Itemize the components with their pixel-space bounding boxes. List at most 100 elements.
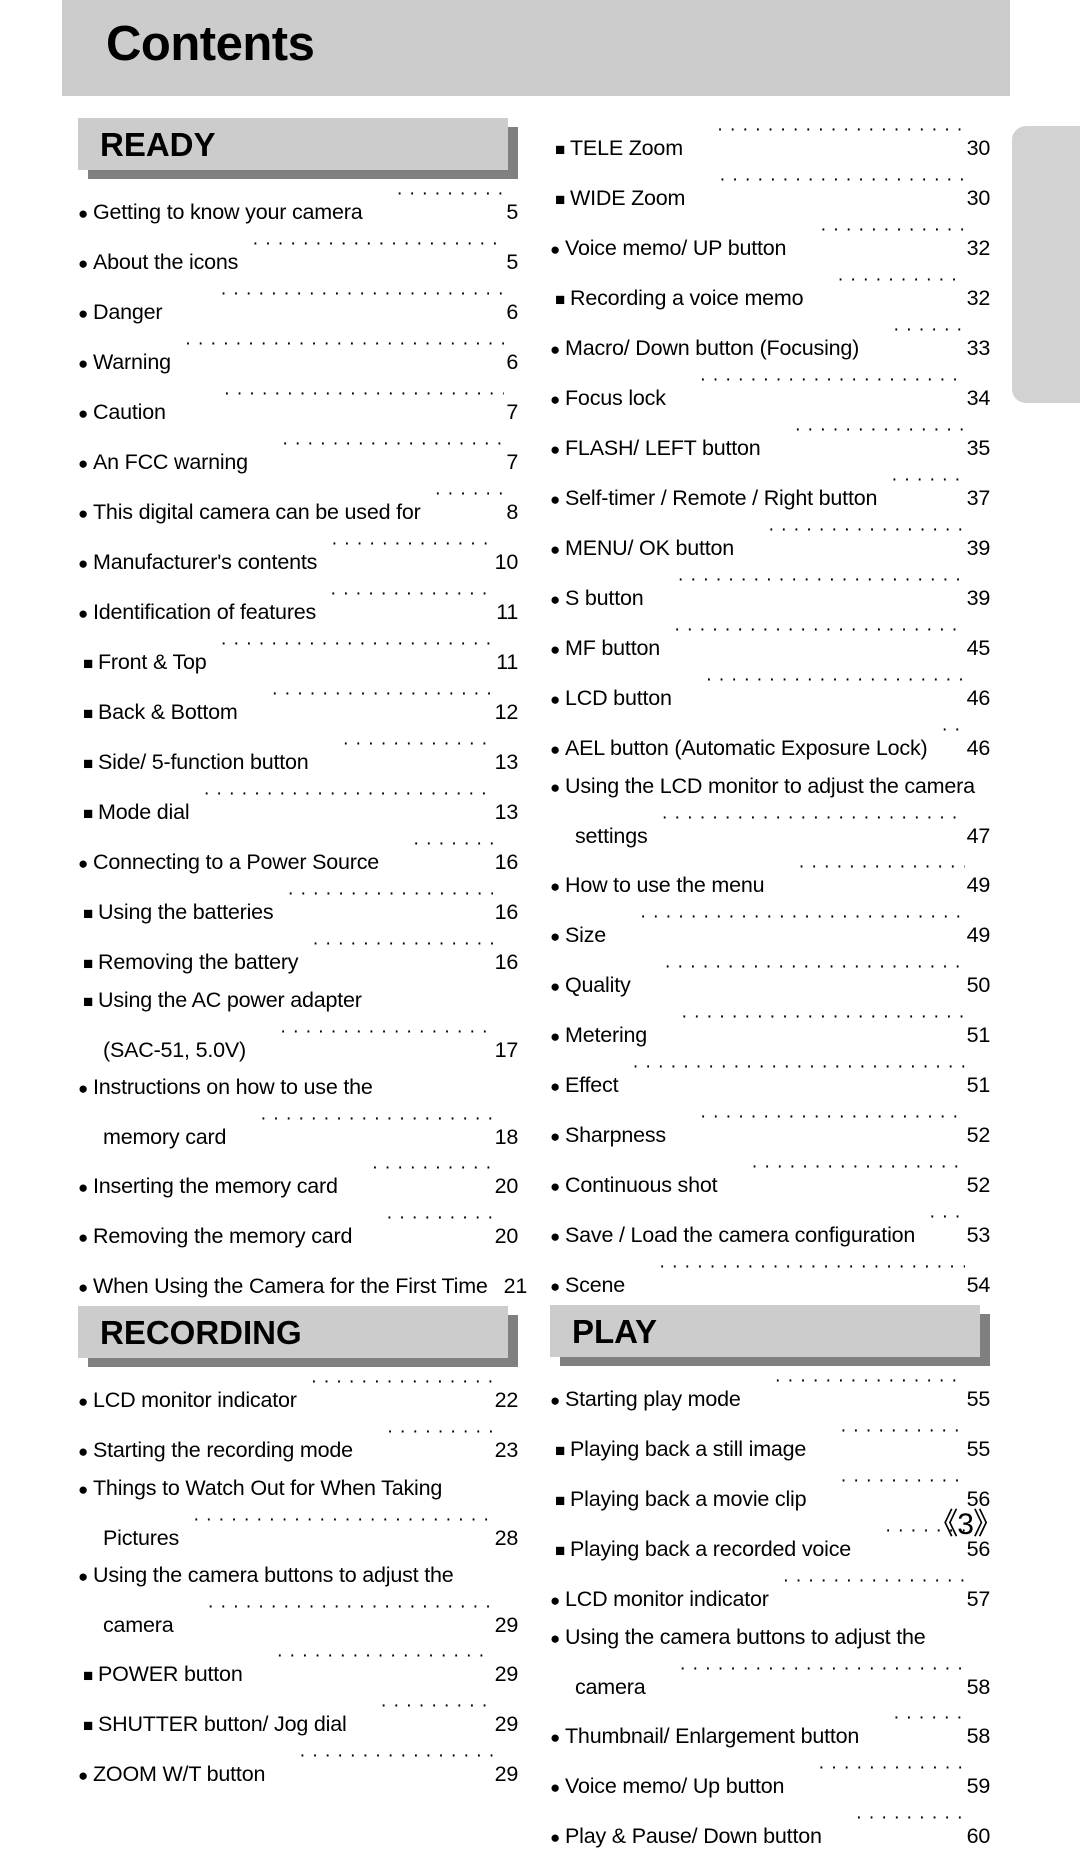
circle-bullet-icon: ● — [550, 240, 561, 259]
dot-leader — [856, 1806, 965, 1843]
toc-entry[interactable]: ●Scene 54 — [550, 1255, 990, 1305]
toc-entry-label: Using the camera buttons to adjust the — [565, 1625, 926, 1649]
toc-entry[interactable]: ●LCD monitor indicator 57 — [550, 1569, 990, 1619]
toc-entry[interactable]: ●Save / Load the camera configuration 53 — [550, 1205, 990, 1255]
toc-entry[interactable]: ■TELE Zoom 30 — [550, 118, 990, 168]
dot-leader — [783, 1569, 965, 1606]
circle-bullet-icon: ● — [550, 1391, 561, 1410]
toc-entry[interactable]: ●How to use the menu 49 — [550, 855, 990, 905]
dot-leader — [396, 182, 504, 219]
toc-entry[interactable]: ●S button 39 — [550, 568, 990, 618]
toc-entry[interactable]: ●Inserting the memory card 20 — [78, 1156, 518, 1206]
toc-entry[interactable]: memory card 18 — [78, 1107, 518, 1156]
square-bullet-icon: ■ — [83, 992, 94, 1011]
circle-bullet-icon: ● — [550, 977, 561, 996]
toc-entry[interactable]: ●Voice memo/ Up button 59 — [550, 1756, 990, 1806]
toc-entry[interactable]: ■Playing back a recorded voice56 — [550, 1519, 990, 1569]
toc-entry[interactable]: ●Effect 51 — [550, 1055, 990, 1105]
toc-entry[interactable]: ●An FCC warning 7 — [78, 432, 518, 482]
toc-entry[interactable]: ●Play & Pause/ Down button 60 — [550, 1806, 990, 1856]
dot-leader — [700, 1105, 965, 1142]
toc-entry[interactable]: ● Using the camera buttons to adjust the — [550, 1619, 990, 1657]
toc-entry-page-number: 6 — [506, 300, 518, 324]
toc-entry[interactable]: ●Sharpness 52 — [550, 1105, 990, 1155]
toc-entry[interactable]: ●AEL button (Automatic Exposure Lock) 46 — [550, 718, 990, 768]
toc-entry[interactable]: ●MF button 45 — [550, 618, 990, 668]
toc-entry-page-number: 34 — [966, 386, 991, 410]
dot-leader — [751, 1155, 964, 1192]
dot-leader — [640, 905, 965, 942]
toc-entry-label: Side/ 5-function button — [98, 750, 309, 774]
toc-entry[interactable]: ■Side/ 5-function button 13 — [78, 732, 518, 782]
toc-entry[interactable]: ■ Using the AC power adapter — [78, 982, 518, 1020]
circle-bullet-icon: ● — [78, 304, 89, 323]
toc-entry[interactable]: ● Things to Watch Out for When Taking — [78, 1470, 518, 1508]
toc-entry[interactable]: ●Continuous shot 52 — [550, 1155, 990, 1205]
toc-entry[interactable]: ■Mode dial 13 — [78, 782, 518, 832]
toc-entry-page-number: 8 — [506, 500, 518, 524]
toc-entry[interactable]: ●Warning 6 — [78, 332, 518, 382]
toc-entry[interactable]: ● When Using the Camera for the First Tim… — [78, 1256, 527, 1306]
toc-entry[interactable]: ●FLASH/ LEFT button 35 — [550, 418, 990, 468]
circle-bullet-icon: ● — [550, 440, 561, 459]
toc-entry[interactable]: camera 58 — [550, 1657, 990, 1706]
toc-entry[interactable]: ●Danger 6 — [78, 282, 518, 332]
toc-entry[interactable]: ●LCD button 46 — [550, 668, 990, 718]
toc-entry[interactable]: ●About the icons 5 — [78, 232, 518, 282]
square-bullet-icon: ■ — [83, 954, 94, 973]
toc-entry[interactable]: ●LCD monitor indicator 22 — [78, 1370, 518, 1420]
toc-entry[interactable]: ●Quality 50 — [550, 955, 990, 1005]
circle-bullet-icon: ● — [78, 1392, 89, 1411]
toc-entry[interactable]: ■Back & Bottom 12 — [78, 682, 518, 732]
toc-entry-label: camera — [575, 1675, 646, 1699]
toc-entry[interactable]: ■Using the batteries 16 — [78, 882, 518, 932]
toc-entry[interactable]: ■SHUTTER button/ Jog dial 29 — [78, 1694, 518, 1744]
toc-entry[interactable]: ●Thumbnail/ Enlargement button 58 — [550, 1706, 990, 1756]
toc-entry[interactable]: ●Connecting to a Power Source 16 — [78, 832, 518, 882]
square-bullet-icon: ■ — [555, 290, 566, 309]
toc-entry[interactable]: ● Instructions on how to use the — [78, 1069, 518, 1107]
toc-entry-label: ZOOM W/T button — [93, 1762, 266, 1786]
section-header-recording: RECORDING — [78, 1306, 518, 1367]
toc-entry[interactable]: ●Manufacturer's contents 10 — [78, 532, 518, 582]
toc-entry-page-number: 30 — [966, 136, 991, 160]
toc-entry-page-number: 53 — [966, 1223, 991, 1247]
toc-entry[interactable]: ●Size 49 — [550, 905, 990, 955]
toc-entry[interactable]: ■Playing back a movie clip56 — [550, 1469, 990, 1519]
toc-entry-label: Inserting the memory card — [93, 1174, 338, 1198]
toc-entry[interactable]: ● Using the LCD monitor to adjust the cam… — [550, 768, 990, 806]
toc-entry[interactable]: ●Voice memo/ UP button 32 — [550, 218, 990, 268]
toc-entry[interactable]: Pictures 28 — [78, 1508, 518, 1557]
toc-entry-label: Voice memo/ Up button — [565, 1774, 785, 1798]
dot-leader — [386, 1206, 492, 1243]
toc-entry[interactable]: ■Recording a voice memo 32 — [550, 268, 990, 318]
toc-entry[interactable]: camera 29 — [78, 1595, 518, 1644]
toc-entry[interactable]: ●Getting to know your camera 5 — [78, 182, 518, 232]
toc-entry[interactable]: settings 47 — [550, 806, 990, 855]
toc-entry[interactable]: ●Metering 51 — [550, 1005, 990, 1055]
toc-entry[interactable]: ■Removing the battery 16 — [78, 932, 518, 982]
toc-entry[interactable]: ●Starting play mode 55 — [550, 1369, 990, 1419]
toc-entry[interactable]: ●This digital camera can be used for 8 — [78, 482, 518, 532]
toc-entry-label: camera — [103, 1613, 174, 1637]
toc-entry[interactable]: ● Using the camera buttons to adjust the — [78, 1557, 518, 1595]
toc-entry[interactable]: (SAC-51, 5.0V) 17 — [78, 1020, 518, 1069]
toc-entry[interactable]: ●Self-timer / Remote / Right button 37 — [550, 468, 990, 518]
toc-entry[interactable]: ●Caution 7 — [78, 382, 518, 432]
toc-entry[interactable]: ●ZOOM W/T button 29 — [78, 1744, 518, 1794]
toc-list: ■TELE Zoom30■WIDE Zoom30●Voice memo/ UP … — [550, 118, 990, 1305]
toc-entry[interactable]: ●Starting the recording mode 23 — [78, 1420, 518, 1470]
toc-entry[interactable]: ●MENU/ OK button 39 — [550, 518, 990, 568]
dot-leader — [929, 1205, 965, 1242]
dot-leader — [372, 1156, 493, 1193]
toc-entry-page-number: 28 — [494, 1526, 519, 1550]
toc-entry[interactable]: ■POWER button 29 — [78, 1644, 518, 1694]
toc-entry-page-number: 57 — [966, 1587, 991, 1611]
toc-entry[interactable]: ■Front & Top 11 — [78, 632, 518, 682]
toc-entry[interactable]: ■WIDE Zoom 30 — [550, 168, 990, 218]
toc-entry[interactable]: ■Playing back a still image 55 — [550, 1419, 990, 1469]
toc-entry[interactable]: ●Focus lock 34 — [550, 368, 990, 418]
toc-entry[interactable]: ●Removing the memory card 20 — [78, 1206, 518, 1256]
toc-entry[interactable]: ●Macro/ Down button (Focusing) 33 — [550, 318, 990, 368]
toc-entry[interactable]: ●Identification of features 11 — [78, 582, 518, 632]
